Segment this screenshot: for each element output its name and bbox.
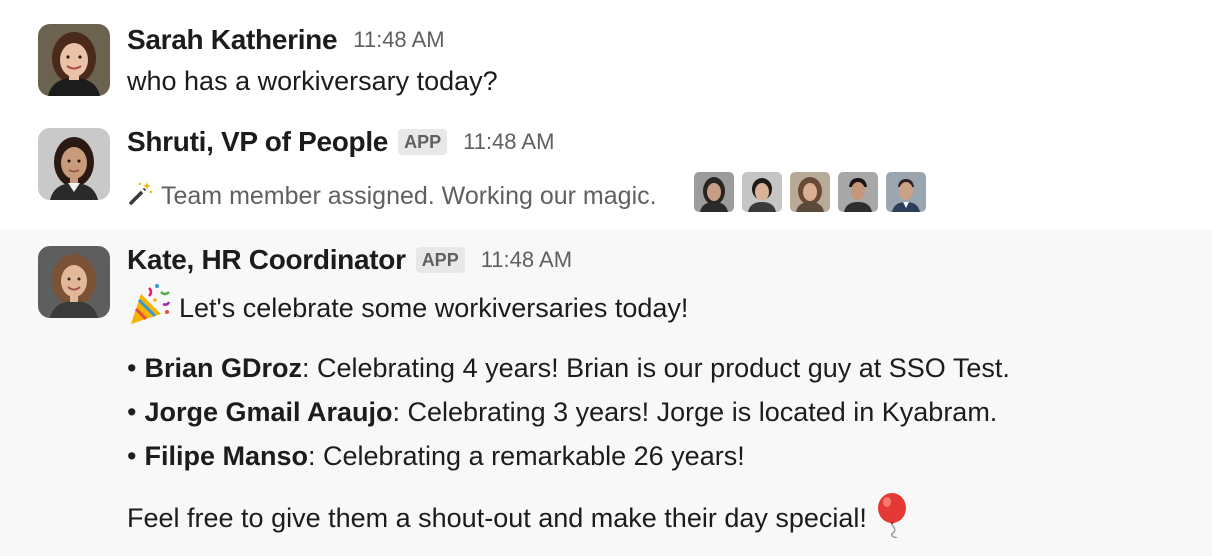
list-item: • Filipe Manso: Celebrating a remarkable … — [127, 434, 1010, 478]
woman-portrait-icon — [38, 128, 110, 200]
timestamp[interactable]: 11:48 AM — [481, 247, 572, 273]
bullet: • — [127, 353, 137, 383]
person-portrait-icon — [742, 172, 782, 212]
party-popper-icon — [127, 282, 173, 335]
bullet-text: : Celebrating 4 years! Brian is our prod… — [301, 353, 1010, 383]
assignee-avatar[interactable] — [790, 172, 830, 212]
bullet-text: : Celebrating a remarkable 26 years! — [307, 441, 745, 471]
author-name[interactable]: Shruti, VP of People — [127, 126, 388, 158]
author-name[interactable]: Sarah Katherine — [127, 24, 338, 56]
avatar-sarah-katherine[interactable] — [38, 24, 110, 96]
message-header: Sarah Katherine 11:48 AM — [127, 24, 445, 56]
author-name[interactable]: Kate, HR Coordinator — [127, 244, 406, 276]
outro-line: Feel free to give them a shout-out and m… — [127, 492, 913, 545]
bullet: • — [127, 441, 137, 471]
person-portrait-icon — [886, 172, 926, 212]
app-badge: APP — [415, 247, 465, 273]
message-header: Shruti, VP of People APP 11:48 AM — [127, 126, 554, 158]
avatar-kate[interactable] — [38, 246, 110, 318]
magic-wand-icon — [127, 180, 153, 213]
person-portrait-icon — [694, 172, 734, 212]
assignee-avatar[interactable] — [886, 172, 926, 212]
assignee-avatars — [694, 172, 934, 212]
status-text: Team member assigned. Working our magic. — [161, 182, 657, 210]
outro-text: Feel free to give them a shout-out and m… — [127, 503, 867, 533]
employee-name: Filipe Manso — [144, 441, 308, 471]
list-item: • Jorge Gmail Araujo: Celebrating 3 years… — [127, 390, 1010, 434]
timestamp[interactable]: 11:48 AM — [463, 129, 554, 155]
bullet: • — [127, 397, 137, 427]
person-portrait-icon — [838, 172, 878, 212]
message-header: Kate, HR Coordinator APP 11:48 AM — [127, 244, 572, 276]
list-item: • Brian GDroz: Celebrating 4 years! Brian… — [127, 346, 1010, 390]
workiversary-list: • Brian GDroz: Celebrating 4 years! Brian… — [127, 346, 1010, 478]
assignee-avatar[interactable] — [742, 172, 782, 212]
message-shruti: Shruti, VP of People APP 11:48 AM Team m… — [0, 108, 1212, 230]
avatar-shruti[interactable] — [38, 128, 110, 200]
assignee-avatar[interactable] — [838, 172, 878, 212]
assignee-avatar[interactable] — [694, 172, 734, 212]
message-sarah-katherine: Sarah Katherine 11:48 AM who has a worki… — [0, 0, 1212, 108]
bullet-text: : Celebrating 3 years! Jorge is located … — [392, 397, 998, 427]
employee-name: Brian GDroz — [144, 353, 302, 383]
woman-portrait-icon — [38, 24, 110, 96]
message-text: who has a workiversary today? — [127, 66, 498, 96]
status-line: Team member assigned. Working our magic. — [127, 180, 657, 213]
woman-portrait-icon — [38, 246, 110, 318]
timestamp[interactable]: 11:48 AM — [353, 27, 444, 53]
employee-name: Jorge Gmail Araujo — [144, 397, 393, 427]
app-badge: APP — [398, 129, 448, 155]
balloon-icon — [875, 492, 913, 545]
intro-line: Let's celebrate some workiversaries toda… — [127, 282, 688, 335]
message-kate: Kate, HR Coordinator APP 11:48 AM Let's … — [0, 230, 1212, 556]
person-portrait-icon — [790, 172, 830, 212]
intro-text: Let's celebrate some workiversaries toda… — [179, 293, 689, 323]
